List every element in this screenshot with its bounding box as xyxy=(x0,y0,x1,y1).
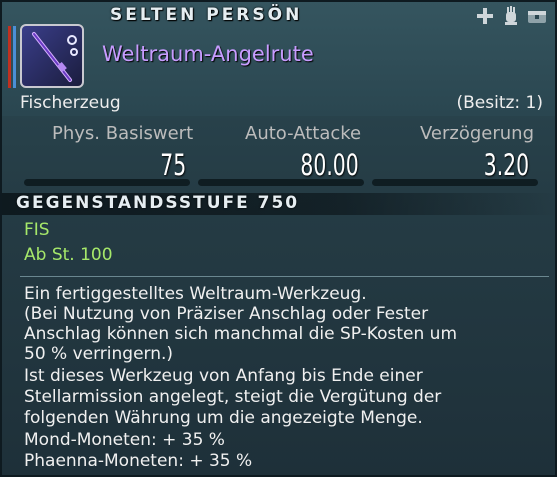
hand-icon xyxy=(501,6,521,26)
job-class: FIS xyxy=(24,220,50,240)
item-category: Fischerzeug xyxy=(20,93,121,113)
description-line: 50 % verringern.) xyxy=(24,344,174,364)
stat-value-delay: 3.20 xyxy=(483,148,529,182)
stat-bar-auto-attack xyxy=(198,179,364,186)
section-divider xyxy=(20,276,549,277)
item-name: Weltraum-Angelrute xyxy=(102,42,314,66)
description-line: (Bei Nutzung von Präziser Anschlag oder … xyxy=(24,304,429,324)
chest-icon xyxy=(527,6,547,26)
stat-label-delay: Verzögerung xyxy=(420,123,534,144)
description-line: Anschlag können sich manchmal die SP-Kos… xyxy=(24,324,458,344)
red-grade-bar xyxy=(8,26,11,88)
crest-icon xyxy=(475,6,495,26)
rarity-label: SELTEN PERSÖN xyxy=(110,5,303,25)
stat-bar-delay xyxy=(372,179,538,186)
description-line: Ist dieses Werkzeug von Anfang bis Ende … xyxy=(24,366,423,386)
description-line: Mond-Moneten: + 35 % xyxy=(24,430,225,450)
item-tooltip: SELTEN PERSÖN Weltraum-Angelrute Fischer… xyxy=(0,0,557,477)
description-line: Ein fertiggestelltes Weltraum-Werkzeug. xyxy=(24,284,367,304)
item-level: GEGENSTANDSSTUFE 750 xyxy=(16,193,300,213)
stat-label-auto-attack: Auto-Attacke xyxy=(245,123,362,144)
description-line: folgenden Währung um die angezeigte Meng… xyxy=(24,408,423,428)
header-icons xyxy=(475,6,547,26)
fishing-rod-icon xyxy=(20,24,84,88)
stat-value-auto-attack: 80.00 xyxy=(300,148,359,182)
description-line: Stellarmission angelegt, steigt die Verg… xyxy=(24,387,442,407)
owned-count: (Besitz: 1) xyxy=(456,93,543,113)
blue-grade-bar xyxy=(13,26,16,88)
required-level: Ab St. 100 xyxy=(24,245,113,265)
stat-bar-physical-damage xyxy=(24,179,190,186)
item-icon-frame xyxy=(8,24,90,88)
description-line: Phaenna-Moneten: + 35 % xyxy=(24,451,253,471)
stat-label-physical-damage: Phys. Basiswert xyxy=(52,123,194,144)
stat-value-physical-damage: 75 xyxy=(160,148,186,182)
